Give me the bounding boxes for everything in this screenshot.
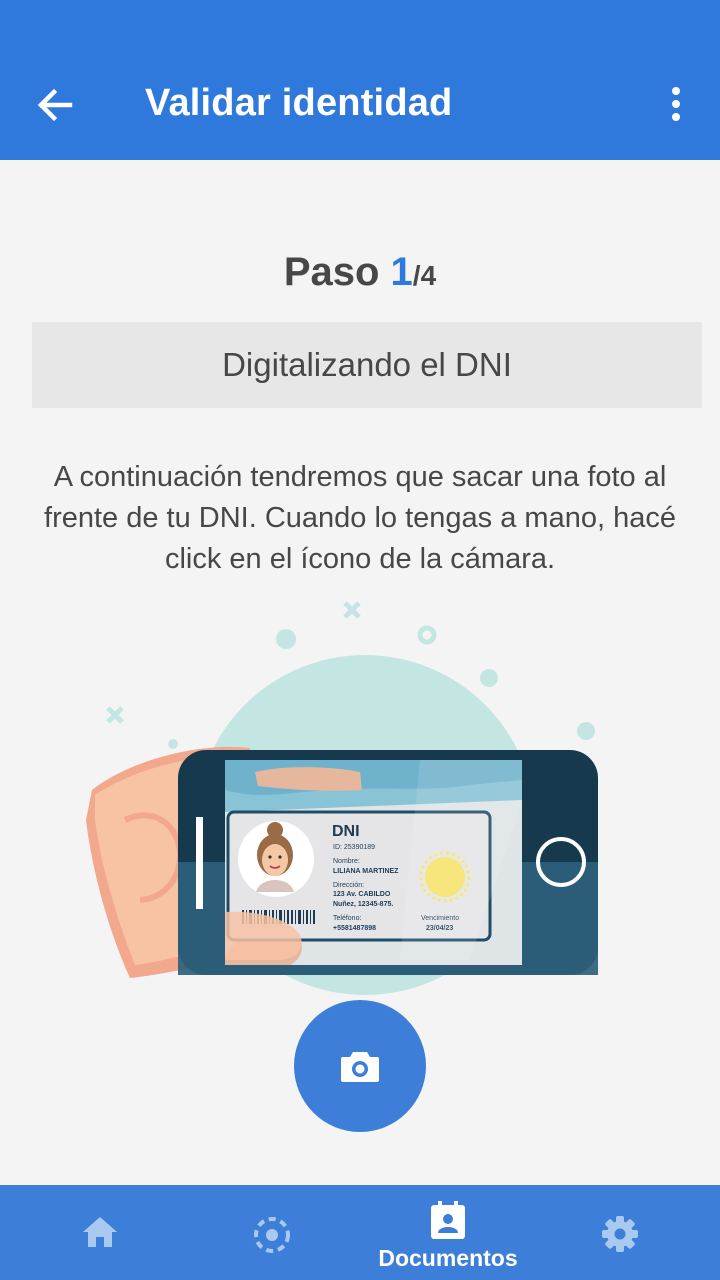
document-id-icon <box>431 1201 465 1239</box>
bottom-navigation: Documentos <box>0 1185 720 1280</box>
arrow-back-icon <box>37 88 73 122</box>
id-card-title: DNI <box>332 823 360 840</box>
phone-scanning-id-illustration: DNI ID: 25390189 Nombre: LILIANA MARTINE… <box>86 601 598 995</box>
step-indicator: Paso 1/4 <box>0 250 720 295</box>
scan-icon <box>254 1217 290 1253</box>
nav-item-scan[interactable] <box>202 1185 342 1280</box>
step-current: 1 <box>390 250 413 294</box>
app-bar: Validar identidad <box>0 0 720 160</box>
step-total: /4 <box>412 260 437 291</box>
id-card-phone: +5581487898 <box>333 925 376 932</box>
id-card-phone-label: Teléfono: <box>333 915 361 922</box>
nav-item-home[interactable] <box>30 1185 170 1280</box>
home-icon <box>83 1217 117 1247</box>
step-prefix: Paso <box>283 250 391 294</box>
id-card-address-label: Dirección: <box>333 882 364 889</box>
id-card-name-label: Nombre: <box>333 858 360 865</box>
id-card-name: LILIANA MARTINEZ <box>333 868 399 875</box>
more-vert-icon <box>672 87 680 121</box>
id-card-number: ID: 25390189 <box>333 844 375 851</box>
nav-item-documentos[interactable]: Documentos <box>378 1185 518 1280</box>
instructions-text: A continuación tendremos que sacar una f… <box>44 461 676 575</box>
step-banner-text: Digitalizando el DNI <box>222 346 512 383</box>
step-banner: Digitalizando el DNI <box>32 322 702 408</box>
gear-icon <box>602 1216 638 1252</box>
back-button[interactable] <box>30 80 86 130</box>
nav-item-settings[interactable] <box>550 1185 690 1280</box>
page-title: Validar identidad <box>145 82 453 124</box>
camera-button[interactable] <box>294 1000 426 1132</box>
more-options-button[interactable] <box>660 80 692 130</box>
id-card-address-line2: Nuñez, 12345-875. <box>333 901 393 908</box>
nav-label-documentos: Documentos <box>378 1245 518 1271</box>
id-card-address-line1: 123 Av. CABILDO <box>333 891 391 898</box>
camera-icon <box>341 1052 379 1082</box>
